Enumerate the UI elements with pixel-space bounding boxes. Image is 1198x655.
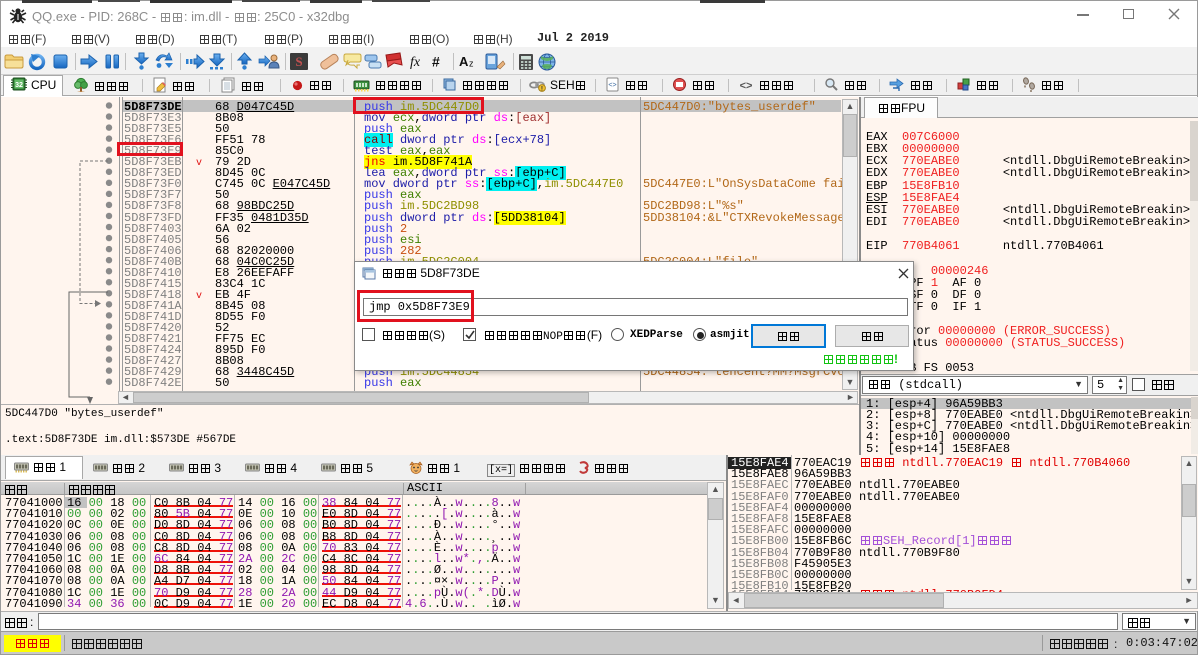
svg-text:A: A	[459, 54, 469, 69]
svg-text:S: S	[295, 54, 302, 69]
svg-text:<>: <>	[740, 80, 753, 92]
svg-text:#: #	[432, 54, 440, 70]
svg-text:32: 32	[15, 82, 23, 89]
svg-text:fx: fx	[410, 55, 421, 70]
svg-text:z: z	[469, 59, 474, 69]
svg-text:<>: <>	[608, 82, 616, 89]
svg-text:!: !	[541, 86, 543, 92]
